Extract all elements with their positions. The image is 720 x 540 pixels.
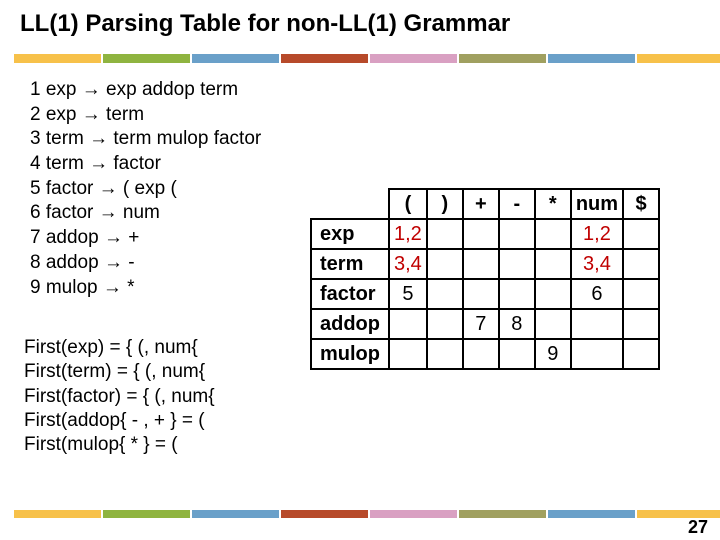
decor-band xyxy=(459,54,546,63)
grammar-rule: 7 addop → + xyxy=(30,226,261,251)
col-header: ( xyxy=(389,189,427,219)
grammar-rule: 9 mulop → * xyxy=(30,276,261,301)
col-header: ) xyxy=(427,189,463,219)
col-header: * xyxy=(535,189,571,219)
table-row: mulop 9 xyxy=(311,339,659,369)
decor-band xyxy=(192,54,279,63)
table-cell xyxy=(623,219,659,249)
table-cell xyxy=(535,219,571,249)
first-set-line: First(factor) = { (, num{ xyxy=(24,385,215,409)
decor-bands-bottom xyxy=(14,510,720,518)
table-cell: 1,2 xyxy=(571,219,623,249)
decor-band xyxy=(370,510,457,518)
table-cell xyxy=(389,309,427,339)
row-header: exp xyxy=(311,219,389,249)
first-set-line: First(term) = { (, num{ xyxy=(24,360,215,384)
table-cell: 9 xyxy=(535,339,571,369)
table-cell xyxy=(389,339,427,369)
grammar-rule: 2 exp → term xyxy=(30,103,261,128)
decor-band xyxy=(637,54,720,63)
grammar-rule: 6 factor → num xyxy=(30,201,261,226)
table-cell: 7 xyxy=(463,309,499,339)
decor-band xyxy=(103,510,190,518)
table-cell: 3,4 xyxy=(389,249,427,279)
table-cell xyxy=(535,249,571,279)
decor-band xyxy=(192,510,279,518)
grammar-rule: 4 term → factor xyxy=(30,152,261,177)
grammar-rule: 3 term → term mulop factor xyxy=(30,127,261,152)
table-cell xyxy=(535,309,571,339)
decor-band xyxy=(14,54,101,63)
table-header-row: ()+-*num$ xyxy=(311,189,659,219)
decor-band xyxy=(548,510,635,518)
table-cell xyxy=(463,219,499,249)
table-cell xyxy=(571,309,623,339)
row-header: term xyxy=(311,249,389,279)
table-cell xyxy=(427,279,463,309)
table-cell xyxy=(571,339,623,369)
table-cell xyxy=(499,279,535,309)
decor-band xyxy=(281,510,368,518)
first-set-line: First(addop{ - , + } = ( xyxy=(24,409,215,433)
table-cell xyxy=(623,279,659,309)
grammar-list: 1 exp → exp addop term2 exp → term3 term… xyxy=(30,78,261,300)
row-header: addop xyxy=(311,309,389,339)
table-cell xyxy=(427,309,463,339)
table-cell xyxy=(427,339,463,369)
table-row: factor5 6 xyxy=(311,279,659,309)
table-cell: 3,4 xyxy=(571,249,623,279)
parsing-table-wrap: ()+-*num$ exp1,21,2term3,43,4factor56add… xyxy=(310,188,660,370)
table-cell: 6 xyxy=(571,279,623,309)
row-header: mulop xyxy=(311,339,389,369)
decor-band xyxy=(14,510,101,518)
table-cell xyxy=(463,339,499,369)
decor-band xyxy=(548,54,635,63)
table-cell xyxy=(499,249,535,279)
col-header: - xyxy=(499,189,535,219)
row-header: factor xyxy=(311,279,389,309)
parsing-table: ()+-*num$ exp1,21,2term3,43,4factor56add… xyxy=(310,188,660,370)
decor-band xyxy=(103,54,190,63)
decor-band xyxy=(459,510,546,518)
first-set-line: First(mulop{ * } = ( xyxy=(24,433,215,457)
table-cell xyxy=(623,309,659,339)
table-body: exp1,21,2term3,43,4factor56addop78mulop9 xyxy=(311,219,659,369)
decor-bands-top xyxy=(14,54,720,63)
page-number: 27 xyxy=(688,517,708,538)
decor-band xyxy=(370,54,457,63)
table-cell xyxy=(535,279,571,309)
first-set-line: First(exp) = { (, num{ xyxy=(24,336,215,360)
table-cell xyxy=(623,339,659,369)
grammar-rule: 8 addop → - xyxy=(30,251,261,276)
table-cell xyxy=(463,279,499,309)
table-cell xyxy=(463,249,499,279)
table-row: exp1,21,2 xyxy=(311,219,659,249)
grammar-rule: 5 factor → ( exp ( xyxy=(30,177,261,202)
table-cell: 8 xyxy=(499,309,535,339)
table-cell xyxy=(623,249,659,279)
slide-title: LL(1) Parsing Table for non-LL(1) Gramma… xyxy=(20,10,700,38)
table-cell xyxy=(499,339,535,369)
col-header: num xyxy=(571,189,623,219)
table-row: addop 78 xyxy=(311,309,659,339)
table-corner xyxy=(311,189,389,219)
col-header: + xyxy=(463,189,499,219)
table-cell: 5 xyxy=(389,279,427,309)
decor-band xyxy=(281,54,368,63)
col-header: $ xyxy=(623,189,659,219)
table-row: term3,43,4 xyxy=(311,249,659,279)
grammar-rule: 1 exp → exp addop term xyxy=(30,78,261,103)
table-cell xyxy=(427,249,463,279)
table-cell xyxy=(427,219,463,249)
table-cell xyxy=(499,219,535,249)
first-sets: First(exp) = { (, num{First(term) = { (,… xyxy=(24,336,215,458)
table-cell: 1,2 xyxy=(389,219,427,249)
